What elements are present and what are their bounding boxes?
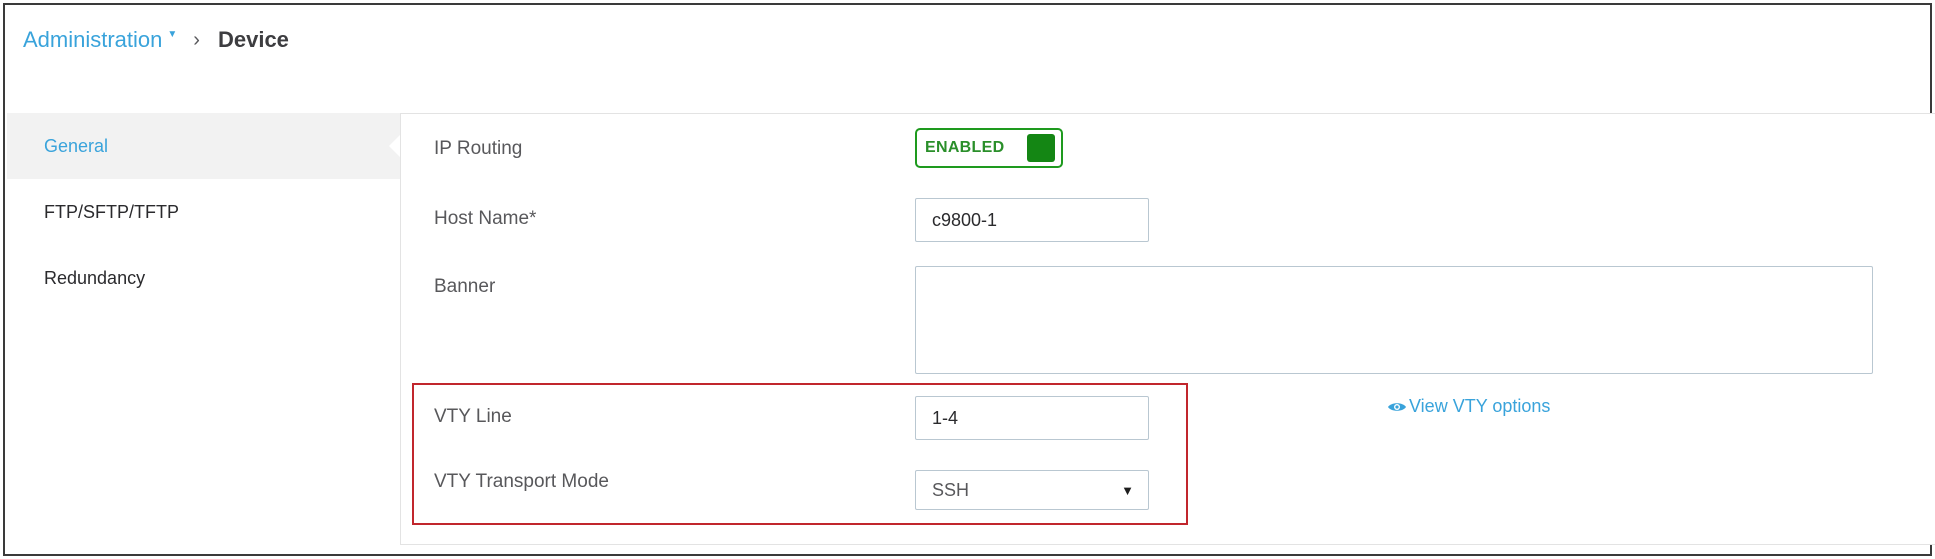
ip-routing-toggle[interactable]: ENABLED xyxy=(915,128,1063,168)
vty-line-input[interactable] xyxy=(915,396,1149,440)
page-title: Device xyxy=(217,27,289,52)
vty-transport-mode-select[interactable]: SSH ▼ xyxy=(915,470,1149,510)
view-vty-options-link[interactable]: View VTY options xyxy=(1387,396,1550,417)
sidebar-item-general[interactable]: General xyxy=(7,113,401,179)
banner-label: Banner xyxy=(434,276,496,297)
toggle-knob xyxy=(1027,134,1055,162)
banner-textarea[interactable] xyxy=(915,266,1873,374)
panel-content: IP Routing ENABLED Host Name* Banner VTY… xyxy=(401,114,1935,544)
view-vty-options-label: View VTY options xyxy=(1409,396,1551,416)
host-name-label: Host Name* xyxy=(434,208,537,229)
host-name-input[interactable] xyxy=(915,198,1149,242)
eye-icon xyxy=(1388,402,1406,411)
sidebar-item-label: FTP/SFTP/TFTP xyxy=(44,201,179,222)
select-value: SSH xyxy=(932,479,970,500)
general-settings-panel: IP Routing ENABLED Host Name* Banner VTY… xyxy=(400,113,1935,545)
vty-line-label: VTY Line xyxy=(434,406,512,427)
sidebar-item-label: Redundancy xyxy=(44,267,146,288)
dropdown-arrow-icon: ▼ xyxy=(1121,482,1134,498)
chevron-right-icon: › xyxy=(193,28,200,51)
breadcrumb-administration-link[interactable]: Administration xyxy=(23,27,162,53)
window-frame: Administration ▼ › Device General FTP/SF… xyxy=(3,3,1935,556)
sidebar: General FTP/SFTP/TFTP Redundancy xyxy=(7,113,401,311)
toggle-state-text: ENABLED xyxy=(925,139,1005,156)
sidebar-item-ftp-sftp-tftp[interactable]: FTP/SFTP/TFTP xyxy=(7,179,400,245)
caret-down-icon[interactable]: ▼ xyxy=(167,29,177,40)
sidebar-item-redundancy[interactable]: Redundancy xyxy=(7,245,400,311)
sidebar-item-label: General xyxy=(44,135,109,156)
ip-routing-label: IP Routing xyxy=(434,138,523,159)
vty-transport-mode-label: VTY Transport Mode xyxy=(434,471,609,492)
breadcrumb: Administration ▼ › Device xyxy=(23,27,289,53)
